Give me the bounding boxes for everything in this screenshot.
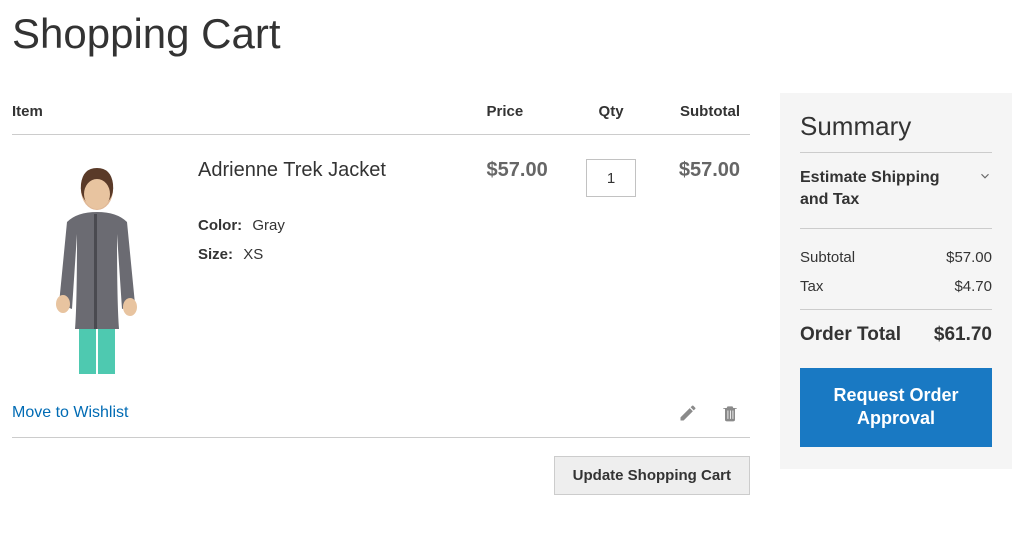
tax-value: $4.70 [954,278,992,295]
item-options: Color: Gray Size: XS [198,212,477,269]
move-to-wishlist-link[interactable]: Move to Wishlist [12,404,128,422]
product-image[interactable] [12,159,182,379]
option-color-value: Gray [252,217,285,234]
option-size-label: Size: [198,246,233,263]
estimate-label: Estimate Shipping and Tax [800,167,950,212]
item-price: $57.00 [487,135,575,380]
option-size-value: XS [243,246,263,263]
cart-main: Item Price Qty Subtotal [12,93,750,495]
trash-icon[interactable] [720,403,740,423]
qty-input[interactable] [586,159,636,197]
order-total-row: Order Total $61.70 [800,309,992,346]
header-qty: Qty [575,93,647,135]
subtotal-label: Subtotal [800,249,855,266]
order-total-value: $61.70 [934,324,992,346]
summary-title: Summary [800,111,992,153]
subtotal-value: $57.00 [946,249,992,266]
header-price: Price [487,93,575,135]
cart-item-row: Adrienne Trek Jacket Color: Gray Size: X… [12,135,750,380]
summary-sidebar: Summary Estimate Shipping and Tax Subtot… [780,93,1012,469]
update-cart-button[interactable]: Update Shopping Cart [554,456,750,495]
edit-icon[interactable] [678,403,698,423]
request-order-approval-button[interactable]: Request Order Approval [800,368,992,447]
page-title: Shopping Cart [12,10,1012,58]
subtotal-row: Subtotal $57.00 [800,243,992,272]
header-item: Item [12,93,487,135]
item-subtotal: $57.00 [647,135,750,380]
order-total-label: Order Total [800,324,901,346]
estimate-shipping-toggle[interactable]: Estimate Shipping and Tax [800,167,992,229]
product-name[interactable]: Adrienne Trek Jacket [198,159,477,182]
chevron-down-icon [978,169,992,188]
header-subtotal: Subtotal [647,93,750,135]
tax-label: Tax [800,278,823,295]
tax-row: Tax $4.70 [800,272,992,301]
option-color-label: Color: [198,217,242,234]
cart-table: Item Price Qty Subtotal [12,93,750,438]
